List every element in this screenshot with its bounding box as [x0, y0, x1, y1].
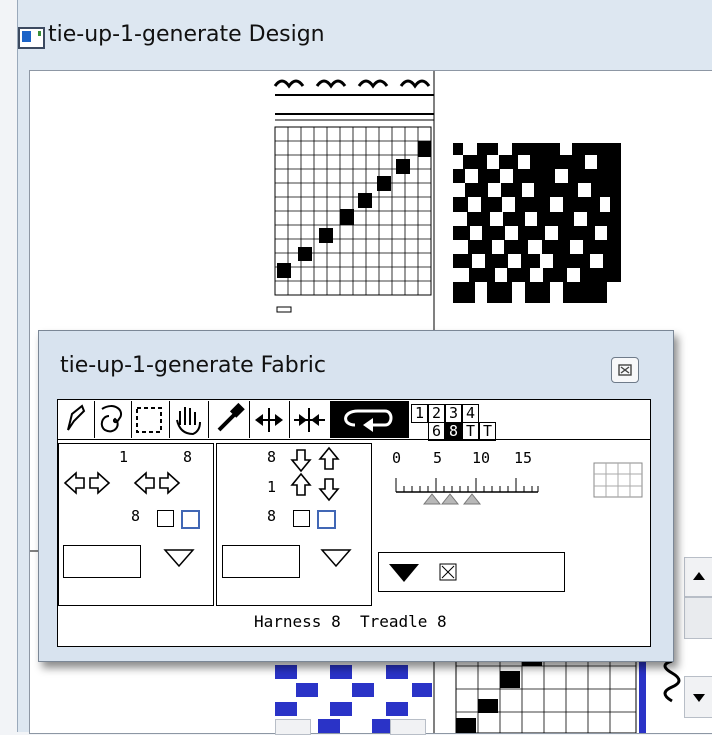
scroll-track[interactable] [684, 597, 712, 639]
status-text: Harness 8 Treadle 8 [254, 612, 447, 631]
eyedropper-tool[interactable] [208, 401, 250, 438]
loop-tool[interactable] [330, 401, 409, 438]
lasso-icon [100, 405, 122, 433]
warp-color-swatch-blue[interactable] [181, 510, 200, 529]
pencil-tool[interactable] [58, 401, 95, 438]
toolbar-divider [58, 439, 650, 440]
lasso-tool[interactable] [94, 401, 132, 438]
scroll-down-button[interactable] [684, 676, 712, 718]
hand-icon [176, 407, 201, 436]
warp-count: 8 [131, 507, 141, 525]
vertical-arrows [290, 446, 340, 502]
view-option[interactable]: 3 [445, 404, 462, 423]
tool-palette: 1 2 3 4 6 8 T T 1 8 8 8 1 8 0 5 10 15 Ha… [57, 399, 651, 647]
fabric-window-title: tie-up-1-generate Fabric [60, 353, 326, 378]
weft-value-field[interactable] [222, 545, 300, 578]
compress-icon [294, 408, 325, 432]
left-arrows [63, 471, 181, 495]
expand-icon [255, 408, 283, 432]
view-option[interactable]: 1 [411, 404, 428, 423]
fabric-window: tie-up-1-generate Fabric 1 2 3 4 6 8 T T… [38, 330, 674, 662]
close-icon [618, 364, 632, 376]
ruler-tick-label: 5 [433, 449, 443, 467]
threading-grid [274, 126, 432, 313]
warp-start-label: 1 [119, 448, 129, 466]
selection-icon [136, 407, 162, 433]
expand-tool[interactable] [249, 401, 290, 438]
grid-icon[interactable] [593, 462, 643, 498]
triangle-down-icon [389, 564, 419, 582]
ruler-control-box[interactable] [378, 552, 565, 592]
design-window-title: tie-up-1-generate Design [48, 22, 325, 47]
drawdown-pattern [453, 143, 621, 303]
pencil-icon [67, 404, 86, 431]
compress-tool[interactable] [289, 401, 331, 438]
view-selector: 1 2 3 4 6 8 T T [411, 404, 496, 441]
weft-color-swatch-blue[interactable] [317, 510, 336, 529]
ruler-tick-label: 0 [392, 449, 402, 467]
ruler[interactable] [384, 466, 564, 506]
weft-color-swatch[interactable] [293, 510, 310, 527]
scroll-left-button[interactable] [275, 719, 311, 735]
header-ornament [273, 79, 434, 121]
ruler-tick-label: 10 [472, 449, 491, 467]
warp-color-swatch[interactable] [157, 510, 174, 527]
checkbox-icon[interactable] [439, 563, 459, 583]
weft-count: 8 [267, 507, 277, 525]
scroll-right-button[interactable] [390, 719, 426, 735]
warp-panel: 1 8 8 [58, 443, 214, 606]
hand-tool[interactable] [169, 401, 209, 438]
ruler-tick-label: 15 [514, 449, 533, 467]
scroll-up-button[interactable] [684, 557, 712, 597]
close-button[interactable] [611, 357, 639, 383]
chevron-down-icon[interactable] [320, 548, 352, 568]
view-option[interactable]: 2 [428, 404, 445, 423]
weft-panel: 8 1 8 [216, 443, 372, 606]
design-icon [18, 27, 45, 49]
selection-tool[interactable] [131, 401, 170, 438]
view-option[interactable]: 4 [462, 404, 479, 423]
chevron-down-icon[interactable] [163, 548, 195, 568]
loop-icon [344, 409, 393, 432]
warp-end-label: 8 [183, 448, 193, 466]
eyedropper-icon [217, 402, 245, 432]
warp-value-field[interactable] [63, 545, 141, 578]
